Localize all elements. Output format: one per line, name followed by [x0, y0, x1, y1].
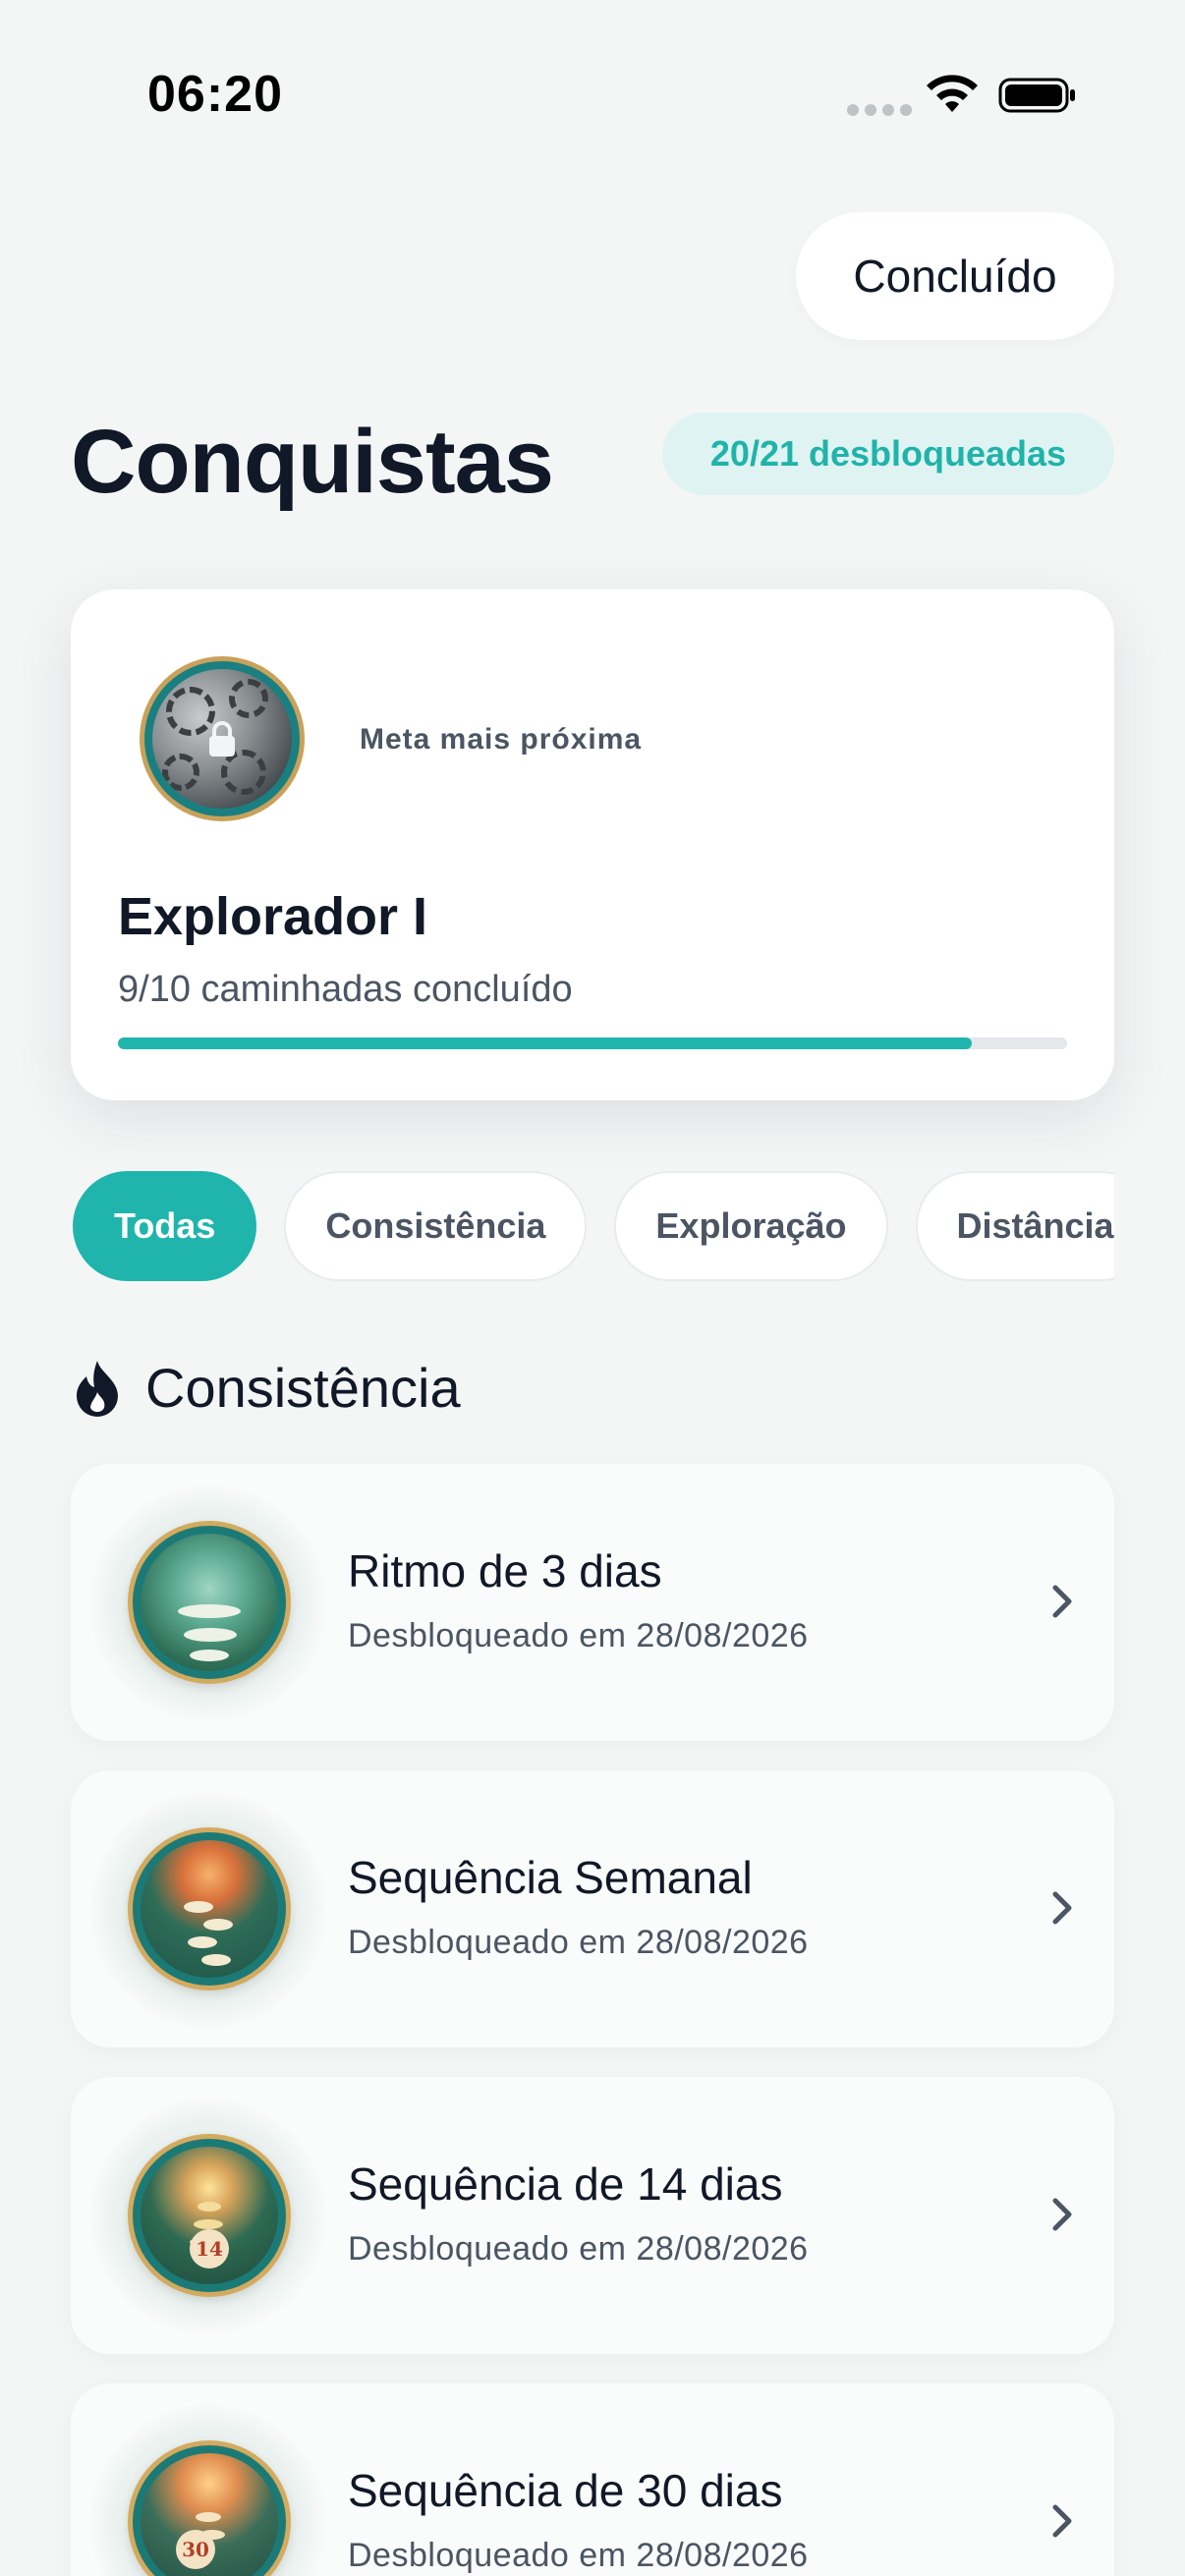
filter-chip-distancia[interactable]: Distância [915, 1171, 1114, 1281]
chevron-right-icon [1052, 2504, 1072, 2538]
next-goal-eyebrow: Meta mais próxima [360, 723, 643, 756]
done-button[interactable]: Concluído [796, 212, 1114, 340]
achievement-item[interactable]: 14 Sequência de 14 dias Desbloqueado em … [71, 2077, 1114, 2354]
section-title: Consistência [145, 1357, 461, 1419]
next-goal-badge [140, 656, 305, 821]
flame-icon [77, 1360, 118, 1417]
achievement-item[interactable]: 30 Sequência de 30 dias Desbloqueado em … [71, 2383, 1114, 2576]
achievement-title: Ritmo de 3 dias [348, 1545, 662, 1596]
next-goal-progress-bar [118, 1037, 1067, 1049]
achievement-badge: 14 [128, 2134, 291, 2297]
filter-chips: Todas Consistência Exploração Distância [73, 1171, 1114, 1283]
chevron-right-icon [1052, 2198, 1072, 2231]
chevron-right-icon [1052, 1585, 1072, 1618]
badge-number: 14 [190, 2229, 229, 2268]
cellular-signal-icon [847, 104, 912, 116]
filter-chip-todas[interactable]: Todas [73, 1171, 257, 1281]
status-time: 06:20 [147, 66, 283, 123]
achievement-title: Sequência Semanal [348, 1852, 753, 1903]
page-title: Conquistas [71, 412, 554, 512]
next-goal-card[interactable]: Meta mais próxima Explorador I 9/10 cami… [71, 589, 1114, 1100]
achievement-date: Desbloqueado em 28/08/2026 [348, 1617, 809, 1654]
achievement-date: Desbloqueado em 28/08/2026 [348, 2230, 809, 2268]
unlocked-count-badge: 20/21 desbloqueadas [662, 413, 1114, 495]
next-goal-progress-text: 9/10 caminhadas concluído [118, 969, 573, 1010]
next-goal-name: Explorador I [118, 887, 428, 946]
achievement-item[interactable]: Ritmo de 3 dias Desbloqueado em 28/08/20… [71, 1464, 1114, 1741]
lock-icon [209, 721, 235, 756]
filter-chip-exploracao[interactable]: Exploração [614, 1171, 888, 1281]
achievement-badge [128, 1521, 291, 1684]
wifi-icon [927, 75, 978, 112]
achievement-date: Desbloqueado em 28/08/2026 [348, 1924, 809, 1961]
filter-chip-consistencia[interactable]: Consistência [284, 1171, 588, 1281]
achievement-title: Sequência de 14 dias [348, 2158, 783, 2210]
chevron-right-icon [1052, 1891, 1072, 1925]
status-icons [847, 71, 1083, 120]
achievement-title: Sequência de 30 dias [348, 2465, 783, 2516]
battery-icon [998, 78, 1075, 113]
next-goal-progress-fill [118, 1037, 973, 1049]
section-header: Consistência [71, 1356, 461, 1420]
achievement-badge [128, 1827, 291, 1990]
badge-number: 30 [176, 2530, 215, 2569]
achievement-item[interactable]: Sequência Semanal Desbloqueado em 28/08/… [71, 1770, 1114, 2047]
achievement-date: Desbloqueado em 28/08/2026 [348, 2537, 809, 2574]
